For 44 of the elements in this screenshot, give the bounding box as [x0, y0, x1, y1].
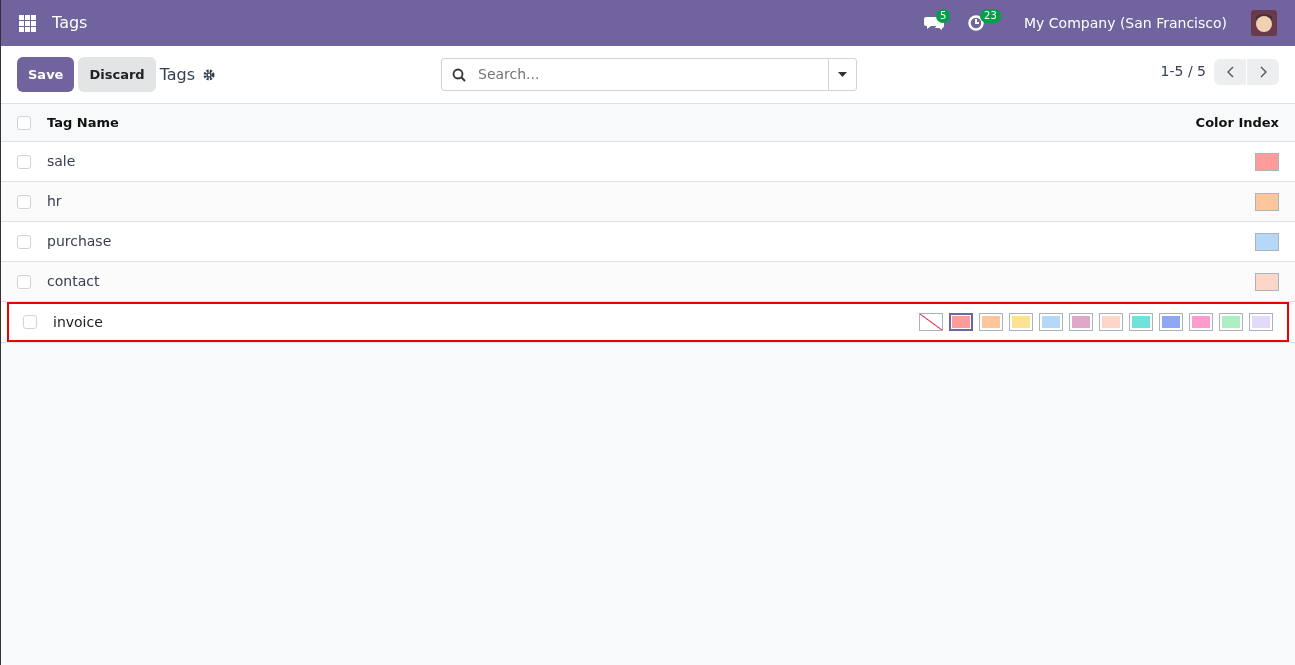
color-option[interactable]	[1159, 313, 1183, 331]
activity-count-badge: 23	[980, 9, 1001, 23]
tag-name-input[interactable]: invoice	[53, 311, 153, 333]
tag-name: purchase	[47, 232, 112, 251]
row-checkbox[interactable]	[17, 194, 31, 209]
color-option[interactable]	[1039, 313, 1063, 331]
caret-down-icon[interactable]	[838, 72, 847, 77]
tag-name: hr	[47, 192, 62, 211]
color-option[interactable]	[1249, 313, 1273, 331]
app-title[interactable]: Tags	[52, 11, 88, 35]
color-option[interactable]	[1129, 313, 1153, 331]
discard-button[interactable]: Discard	[78, 56, 156, 93]
avatar-icon[interactable]	[1251, 10, 1277, 36]
save-button[interactable]: Save	[17, 56, 75, 93]
search-field[interactable]: Search...	[441, 58, 857, 91]
company-switcher[interactable]: My Company (San Francisco)	[1024, 12, 1227, 34]
row-checkbox[interactable]	[17, 234, 31, 249]
column-header[interactable]: Tag Name	[47, 112, 119, 133]
chevron-right-icon	[1259, 66, 1267, 78]
previous-page-button[interactable]	[1214, 58, 1246, 85]
apps-grid-icon[interactable]	[19, 14, 36, 32]
breadcrumb-title: Tags	[159, 63, 196, 86]
color-option[interactable]	[949, 313, 973, 331]
tag-name: contact	[47, 272, 100, 291]
color-option[interactable]	[979, 313, 1003, 331]
pager-value[interactable]: 1-5 / 5	[1160, 61, 1206, 82]
row-checkbox[interactable]	[23, 315, 37, 329]
row-checkbox[interactable]	[17, 274, 31, 289]
tag-name: sale	[47, 152, 76, 171]
no-color-option[interactable]	[919, 313, 943, 331]
color-option[interactable]	[1189, 313, 1213, 331]
search-icon	[452, 67, 466, 82]
column-header[interactable]: Color Index	[1195, 112, 1279, 133]
row-checkbox[interactable]	[17, 154, 31, 169]
gear-icon[interactable]	[203, 68, 216, 81]
next-page-button[interactable]	[1247, 58, 1279, 85]
color-option[interactable]	[1099, 313, 1123, 331]
color-option[interactable]	[1009, 313, 1033, 331]
color-option[interactable]	[1069, 313, 1093, 331]
chevron-left-icon	[1226, 66, 1234, 78]
clock-icon[interactable]	[968, 15, 985, 31]
message-count-badge: 5	[936, 9, 951, 23]
select-all-checkbox[interactable]	[17, 115, 31, 130]
color-option[interactable]	[1219, 313, 1243, 331]
